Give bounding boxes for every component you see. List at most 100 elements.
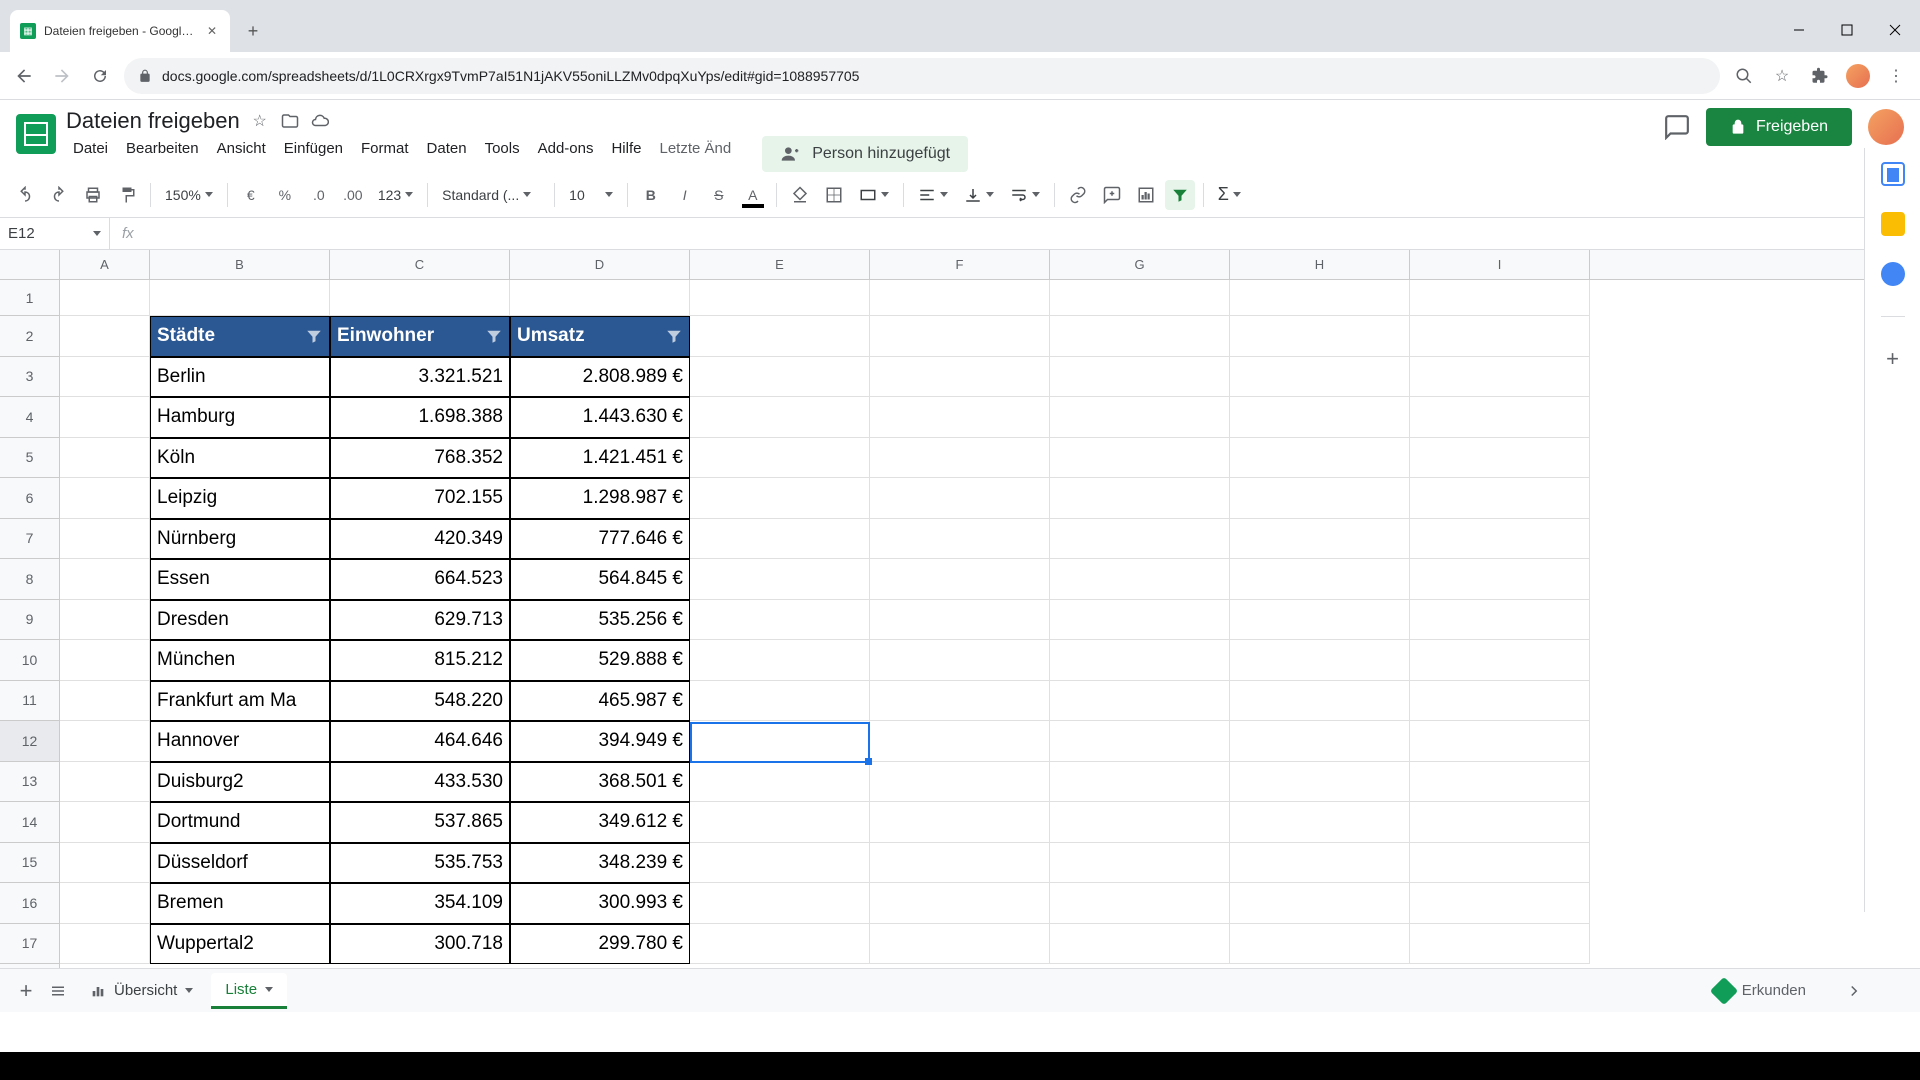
cell-H11[interactable] <box>1230 681 1410 722</box>
add-sheet-button[interactable]: + <box>10 975 42 1007</box>
cell-F11[interactable] <box>870 681 1050 722</box>
menu-last-edit[interactable]: Letzte Änd <box>652 136 738 172</box>
window-close-button[interactable] <box>1872 14 1918 46</box>
cell-I1[interactable] <box>1410 280 1590 316</box>
cell-D2[interactable]: Umsatz <box>510 316 690 357</box>
col-header-A[interactable]: A <box>60 250 150 279</box>
col-header-E[interactable]: E <box>690 250 870 279</box>
insert-comment-button[interactable] <box>1097 180 1127 210</box>
cell-G9[interactable] <box>1050 600 1230 641</box>
cell-D8[interactable]: 564.845 € <box>510 559 690 600</box>
cell-I10[interactable] <box>1410 640 1590 681</box>
cell-G5[interactable] <box>1050 438 1230 479</box>
cell-A5[interactable] <box>60 438 150 479</box>
cell-D16[interactable]: 300.993 € <box>510 883 690 924</box>
cell-A17[interactable] <box>60 924 150 965</box>
cell-H9[interactable] <box>1230 600 1410 641</box>
cell-A9[interactable] <box>60 600 150 641</box>
cell-A16[interactable] <box>60 883 150 924</box>
cell-G2[interactable] <box>1050 316 1230 357</box>
add-addon-icon[interactable]: + <box>1881 347 1905 371</box>
cell-E4[interactable] <box>690 397 870 438</box>
comment-history-icon[interactable] <box>1664 114 1690 140</box>
cell-H13[interactable] <box>1230 762 1410 803</box>
cell-G7[interactable] <box>1050 519 1230 560</box>
back-button[interactable] <box>10 62 38 90</box>
cell-D12[interactable]: 394.949 € <box>510 721 690 762</box>
cell-E12[interactable] <box>690 721 870 762</box>
menu-view[interactable]: Ansicht <box>210 136 273 172</box>
cell-F7[interactable] <box>870 519 1050 560</box>
cell-C8[interactable]: 664.523 <box>330 559 510 600</box>
cell-E3[interactable] <box>690 357 870 398</box>
cell-D1[interactable] <box>510 280 690 316</box>
move-icon[interactable] <box>280 111 300 131</box>
cell-B17[interactable]: Wuppertal2 <box>150 924 330 965</box>
row-header-16[interactable]: 16 <box>0 883 59 924</box>
cell-C3[interactable]: 3.321.521 <box>330 357 510 398</box>
undo-button[interactable] <box>10 180 40 210</box>
cell-B6[interactable]: Leipzig <box>150 478 330 519</box>
cell-I4[interactable] <box>1410 397 1590 438</box>
browser-menu-icon[interactable]: ⋮ <box>1882 62 1910 90</box>
functions-button[interactable]: Σ <box>1212 184 1247 205</box>
row-header-5[interactable]: 5 <box>0 438 59 479</box>
col-header-F[interactable]: F <box>870 250 1050 279</box>
cell-D14[interactable]: 349.612 € <box>510 802 690 843</box>
cell-C5[interactable]: 768.352 <box>330 438 510 479</box>
cell-F12[interactable] <box>870 721 1050 762</box>
decrease-decimal-button[interactable]: .0 <box>304 180 334 210</box>
cell-A14[interactable] <box>60 802 150 843</box>
cell-G12[interactable] <box>1050 721 1230 762</box>
sheets-logo-icon[interactable] <box>16 114 56 154</box>
cell-B1[interactable] <box>150 280 330 316</box>
cell-A15[interactable] <box>60 843 150 884</box>
cell-D4[interactable]: 1.443.630 € <box>510 397 690 438</box>
cell-H2[interactable] <box>1230 316 1410 357</box>
cell-C14[interactable]: 537.865 <box>330 802 510 843</box>
menu-insert[interactable]: Einfügen <box>277 136 350 172</box>
row-header-7[interactable]: 7 <box>0 519 59 560</box>
text-color-button[interactable]: A <box>738 180 768 210</box>
cell-F5[interactable] <box>870 438 1050 479</box>
select-all-corner[interactable] <box>0 250 60 279</box>
sheet-tab-liste[interactable]: Liste <box>211 973 287 1009</box>
cell-H7[interactable] <box>1230 519 1410 560</box>
cell-A13[interactable] <box>60 762 150 803</box>
redo-button[interactable] <box>44 180 74 210</box>
menu-data[interactable]: Daten <box>420 136 474 172</box>
cell-E14[interactable] <box>690 802 870 843</box>
name-box[interactable]: E12 <box>0 218 110 249</box>
text-wrap-button[interactable] <box>1004 186 1046 204</box>
row-header-8[interactable]: 8 <box>0 559 59 600</box>
cell-B3[interactable]: Berlin <box>150 357 330 398</box>
cell-D10[interactable]: 529.888 € <box>510 640 690 681</box>
menu-tools[interactable]: Tools <box>478 136 527 172</box>
menu-edit[interactable]: Bearbeiten <box>119 136 206 172</box>
cell-E8[interactable] <box>690 559 870 600</box>
cell-C6[interactable]: 702.155 <box>330 478 510 519</box>
bold-button[interactable]: B <box>636 180 666 210</box>
keep-icon[interactable] <box>1881 212 1905 236</box>
cell-I5[interactable] <box>1410 438 1590 479</box>
cell-H5[interactable] <box>1230 438 1410 479</box>
cell-B11[interactable]: Frankfurt am Ma <box>150 681 330 722</box>
cell-B15[interactable]: Düsseldorf <box>150 843 330 884</box>
cell-F14[interactable] <box>870 802 1050 843</box>
cell-B14[interactable]: Dortmund <box>150 802 330 843</box>
cell-C4[interactable]: 1.698.388 <box>330 397 510 438</box>
cell-E1[interactable] <box>690 280 870 316</box>
cell-A12[interactable] <box>60 721 150 762</box>
font-size-dropdown[interactable]: 10 <box>563 187 619 203</box>
cell-A6[interactable] <box>60 478 150 519</box>
cell-D5[interactable]: 1.421.451 € <box>510 438 690 479</box>
cell-A4[interactable] <box>60 397 150 438</box>
row-header-17[interactable]: 17 <box>0 924 59 965</box>
side-panel-toggle[interactable] <box>1838 975 1870 1007</box>
cell-G15[interactable] <box>1050 843 1230 884</box>
cell-B5[interactable]: Köln <box>150 438 330 479</box>
cell-G11[interactable] <box>1050 681 1230 722</box>
cell-I7[interactable] <box>1410 519 1590 560</box>
row-header-12[interactable]: 12 <box>0 721 59 762</box>
cell-G14[interactable] <box>1050 802 1230 843</box>
